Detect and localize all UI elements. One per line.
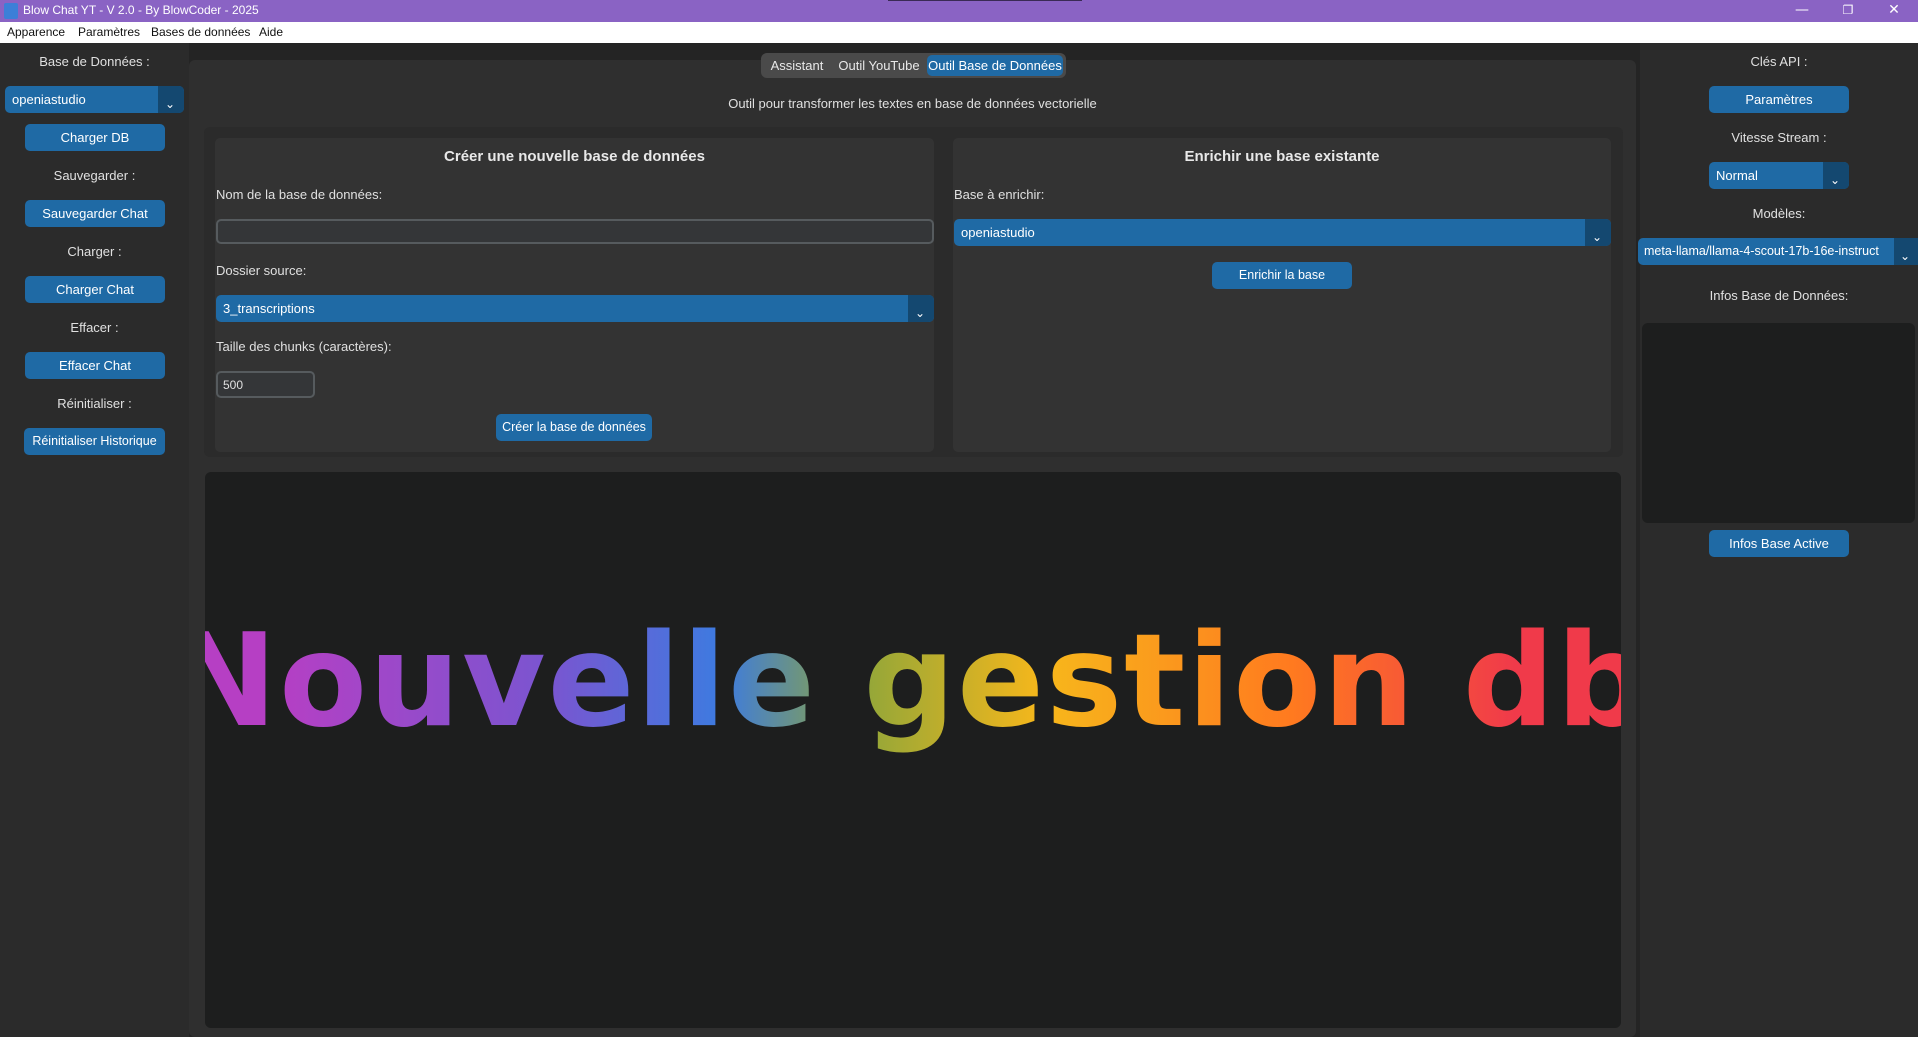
db-select-value: openiastudio — [12, 92, 86, 107]
banner-title: Nouvelle gestion db — [205, 607, 1621, 756]
tab-outil-youtube[interactable]: Outil YouTube — [833, 55, 925, 76]
load-db-button[interactable]: Charger DB — [25, 124, 165, 151]
chevron-down-icon[interactable]: ⌄ — [1585, 219, 1611, 246]
infos-active-base-button[interactable]: Infos Base Active — [1709, 530, 1849, 557]
chunk-size-input[interactable] — [216, 371, 315, 398]
chevron-down-icon[interactable]: ⌄ — [1894, 238, 1918, 265]
reset-label: Réinitialiser : — [57, 396, 132, 411]
save-label: Sauvegarder : — [53, 168, 136, 183]
menu-aide[interactable]: Aide — [259, 25, 283, 39]
stream-speed-label: Vitesse Stream : — [1731, 130, 1827, 145]
create-panel-title: Créer une nouvelle base de données — [444, 148, 705, 165]
tab-bar: Assistant Outil YouTube Outil Base de Do… — [761, 53, 1066, 78]
menu-bases-de-donnees[interactable]: Bases de données — [151, 25, 250, 39]
chunk-size-label: Taille des chunks (caractères): — [216, 339, 392, 354]
load-chat-button[interactable]: Charger Chat — [25, 276, 165, 303]
db-infos-label: Infos Base de Données: — [1709, 288, 1849, 303]
settings-button[interactable]: Paramètres — [1709, 86, 1849, 113]
model-select[interactable]: meta-llama/llama-4-scout-17b-16e-instruc… — [1638, 238, 1918, 265]
minimize-icon[interactable]: — — [1780, 0, 1824, 22]
chevron-down-icon[interactable]: ⌄ — [158, 86, 184, 113]
models-label: Modèles: — [1752, 206, 1806, 221]
load-label: Charger : — [67, 244, 122, 259]
source-folder-select[interactable]: 3_transcriptions ⌄ — [216, 295, 934, 322]
banner-graphic: Nouvelle gestion db — [205, 607, 1621, 756]
stream-speed-select[interactable]: Normal ⌄ — [1709, 162, 1849, 189]
source-folder-value: 3_transcriptions — [223, 301, 315, 316]
banner-image: Nouvelle gestion db — [205, 472, 1621, 1028]
enrich-base-select[interactable]: openiastudio ⌄ — [954, 219, 1611, 246]
window-title: Blow Chat YT - V 2.0 - By BlowCoder - 20… — [23, 3, 259, 17]
enrich-base-value: openiastudio — [961, 225, 1035, 240]
db-label: Base de Données : — [39, 54, 150, 69]
menu-bar: Apparence Paramètres Bases de données Ai… — [0, 22, 1918, 43]
create-db-button[interactable]: Créer la base de données — [496, 414, 652, 441]
model-select-value: meta-llama/llama-4-scout-17b-16e-instruc… — [1644, 244, 1879, 258]
left-sidebar — [0, 43, 189, 1037]
db-name-input[interactable] — [216, 219, 934, 244]
stream-speed-value: Normal — [1716, 168, 1758, 183]
enrich-panel-title: Enrichir une base existante — [1184, 148, 1380, 165]
title-divider — [888, 0, 1082, 1]
tab-outil-base-de-donnees[interactable]: Outil Base de Données — [927, 55, 1063, 76]
tab-assistant[interactable]: Assistant — [765, 55, 829, 76]
reset-history-button[interactable]: Réinitialiser Historique — [24, 428, 165, 455]
menu-apparence[interactable]: Apparence — [7, 25, 65, 39]
enrich-db-button[interactable]: Enrichir la base — [1212, 262, 1352, 289]
chevron-down-icon[interactable]: ⌄ — [1823, 162, 1849, 189]
clear-label: Effacer : — [70, 320, 119, 335]
maximize-icon[interactable]: ❐ — [1826, 0, 1870, 22]
db-select[interactable]: openiastudio ⌄ — [5, 86, 184, 113]
chevron-down-icon[interactable]: ⌄ — [908, 295, 934, 322]
save-chat-button[interactable]: Sauvegarder Chat — [25, 200, 165, 227]
title-bar: Blow Chat YT - V 2.0 - By BlowCoder - 20… — [0, 0, 1918, 22]
db-name-label: Nom de la base de données: — [216, 187, 383, 202]
enrich-db-panel — [953, 138, 1611, 452]
api-keys-label: Clés API : — [1750, 54, 1808, 69]
tool-description: Outil pour transformer les textes en bas… — [728, 96, 1097, 111]
app-icon — [4, 3, 18, 19]
enrich-base-label: Base à enrichir: — [954, 187, 1045, 202]
db-infos-box — [1642, 323, 1915, 523]
clear-chat-button[interactable]: Effacer Chat — [25, 352, 165, 379]
menu-parametres[interactable]: Paramètres — [78, 25, 140, 39]
close-icon[interactable]: ✕ — [1872, 0, 1916, 22]
source-folder-label: Dossier source: — [216, 263, 307, 278]
